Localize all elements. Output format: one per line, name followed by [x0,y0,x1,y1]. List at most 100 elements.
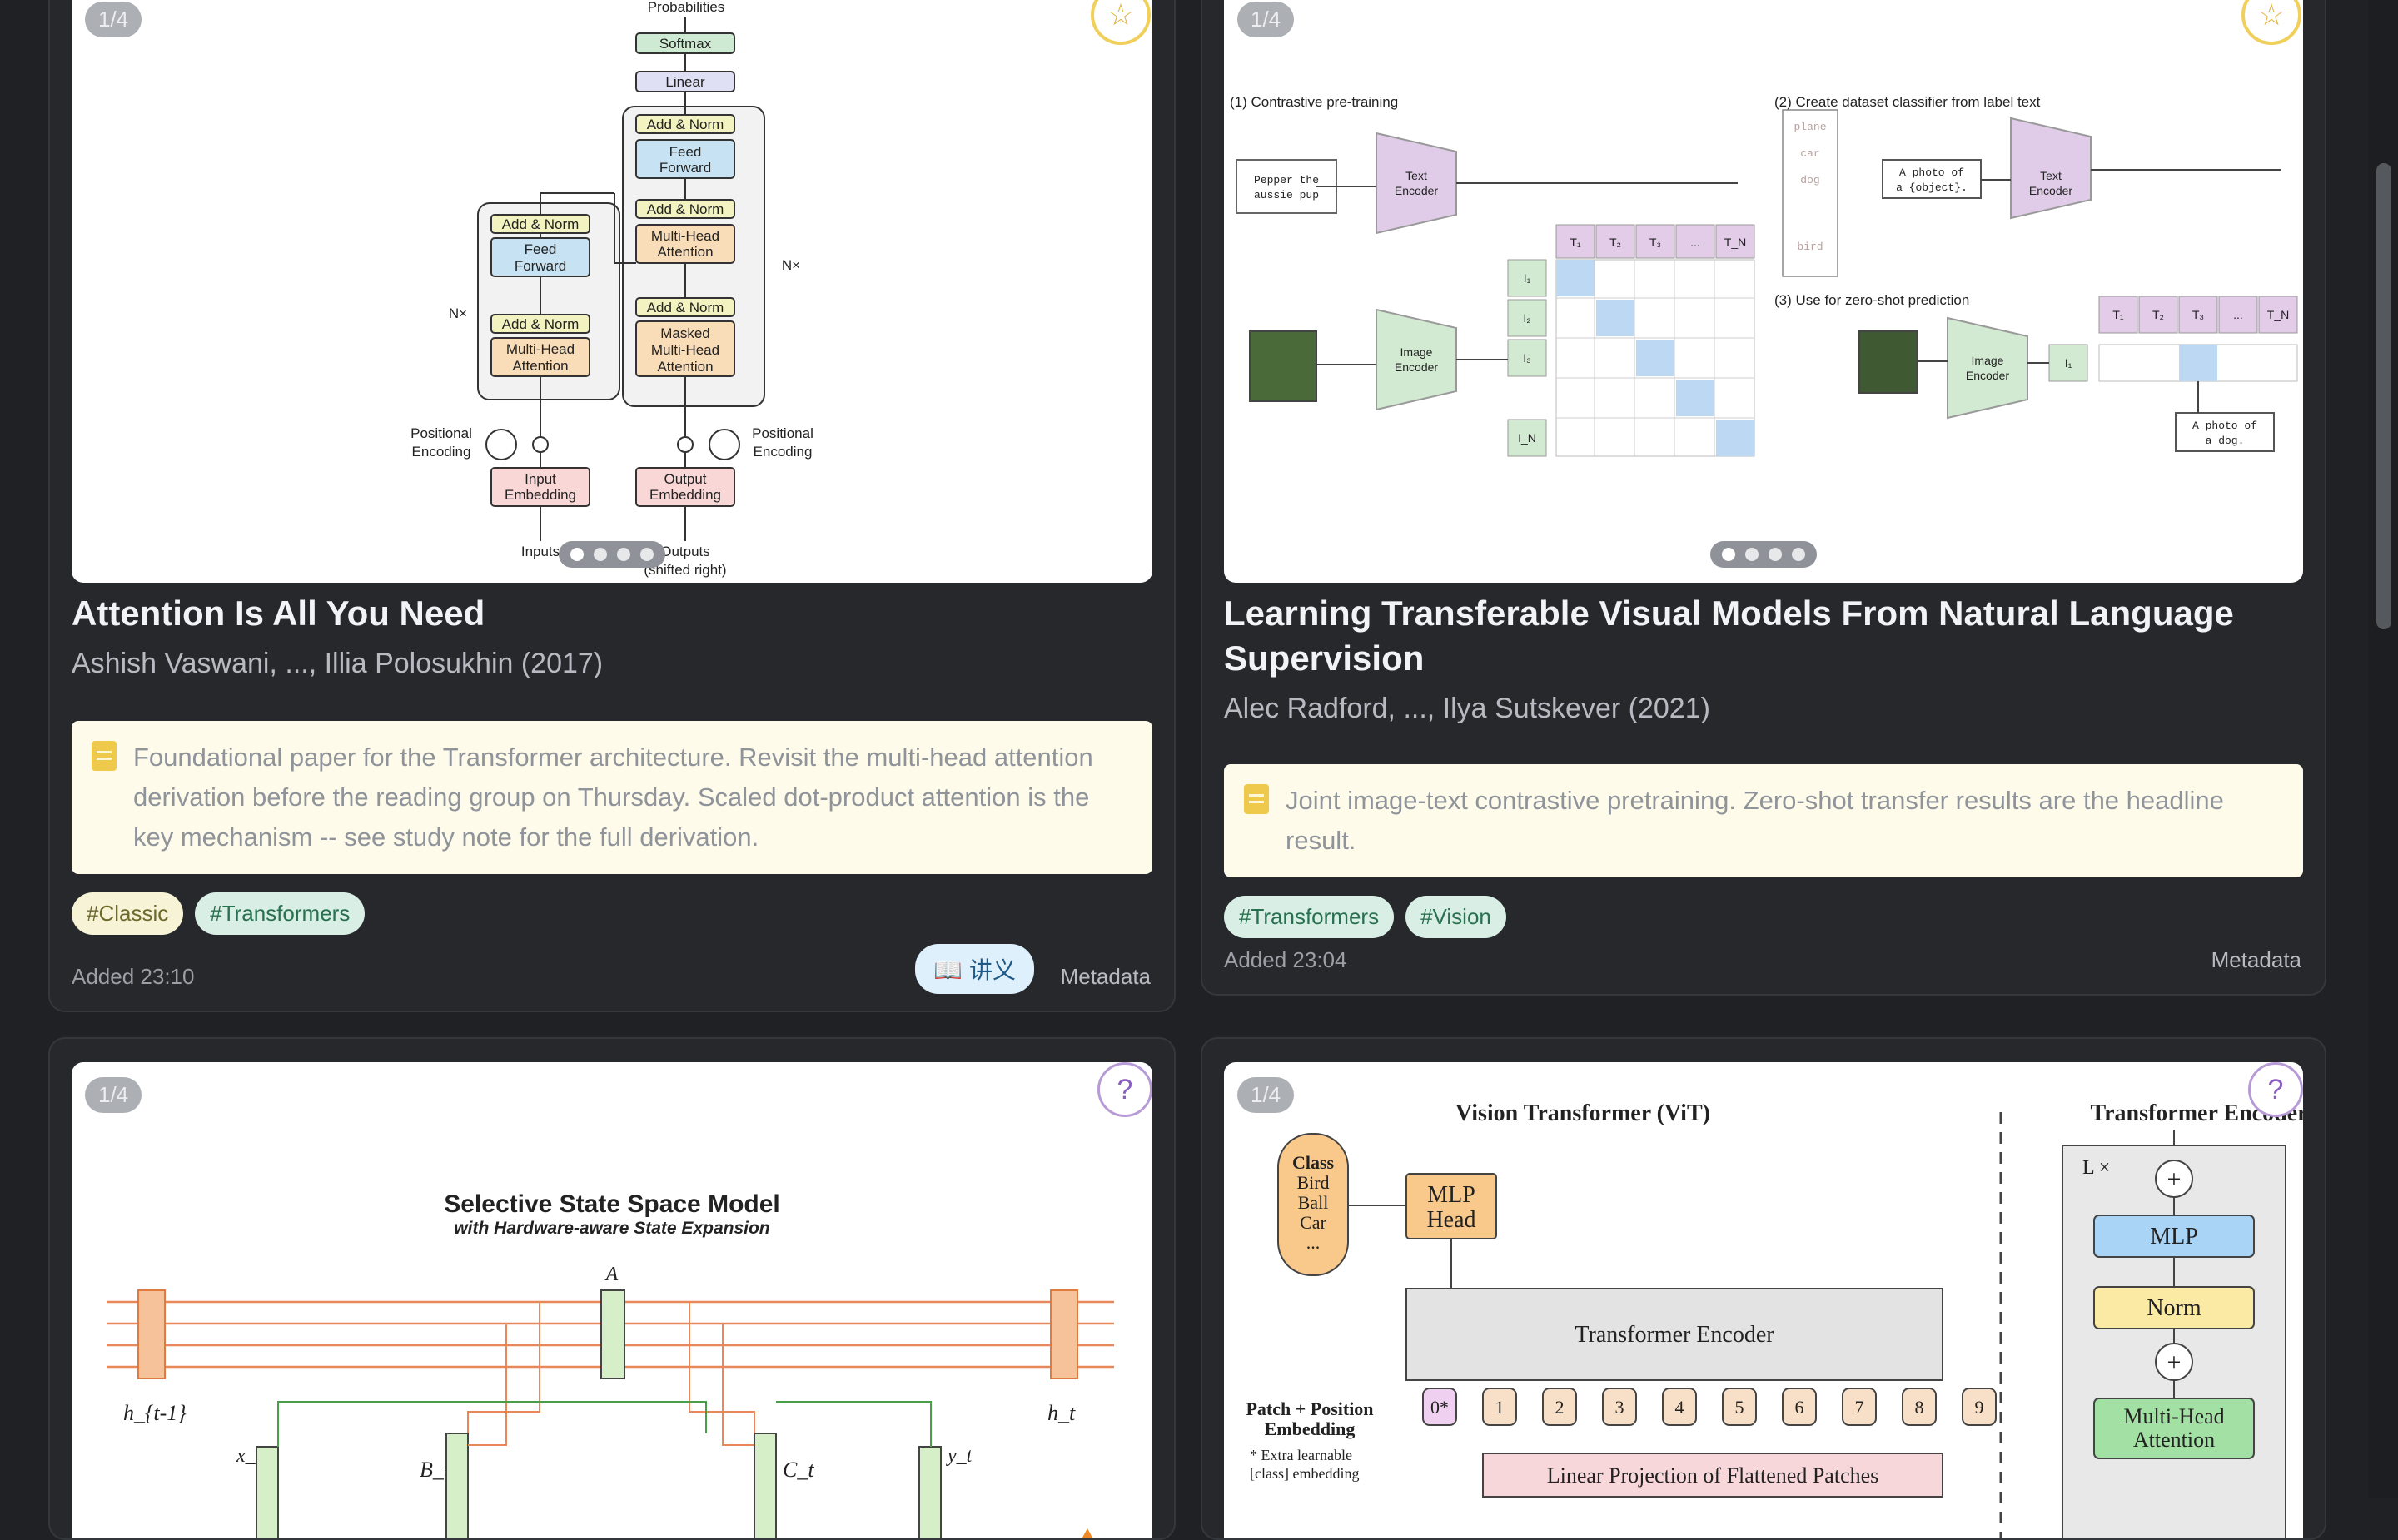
help-question-icon[interactable]: ? [2248,1062,2303,1117]
note-text: Joint image-text contrastive pretraining… [1286,786,2224,855]
svg-text:Text: Text [2040,169,2062,182]
carousel-dot[interactable] [617,548,630,561]
svg-text:h_t: h_t [1047,1401,1076,1425]
svg-text:MLP: MLP [2150,1224,2198,1249]
svg-text:Selective State Space Model: Selective State Space Model [444,1190,780,1218]
svg-text:C_t: C_t [783,1458,814,1482]
transformer-architecture-figure: Probabilities Softmax Linear Add & Norm … [410,0,813,578]
svg-text:(2) Create dataset classifier: (2) Create dataset classifier from label… [1774,94,2041,110]
svg-text:Norm: Norm [2147,1295,2201,1321]
paper-card-attention[interactable]: Probabilities Softmax Linear Add & Norm … [48,0,1176,1012]
svg-text:Add & Norm: Add & Norm [647,117,724,132]
carousel-dot[interactable] [594,548,607,561]
svg-text:T₁: T₁ [1570,236,1581,249]
svg-text:Positional: Positional [410,425,472,441]
book-icon: 📖 [933,957,963,983]
svg-text:a dog.: a dog. [2206,435,2245,447]
vit-figure: Vision Transformer (ViT) Transformer Enc… [1246,1100,2303,1538]
svg-text:I_N: I_N [1518,431,1536,445]
patch-token-label: 3 [1615,1397,1624,1418]
svg-text:Embedding: Embedding [1265,1418,1356,1439]
lecture-notes-button[interactable]: 📖 讲义 [915,944,1034,994]
note-icon [92,741,117,771]
svg-text:Pepper the: Pepper the [1254,174,1319,186]
svg-text:Masked: Masked [660,325,710,341]
metadata-link[interactable]: Metadata [1061,964,1151,990]
tag-transformers[interactable]: #Transformers [195,892,366,935]
svg-text:Encoder: Encoder [1395,184,1438,197]
paper-title[interactable]: Attention Is All You Need [72,591,1152,636]
svg-text:Forward: Forward [659,160,711,176]
paper-thumbnail[interactable]: Selective State Space Model with Hardwar… [72,1062,1152,1538]
svg-text:Add & Norm: Add & Norm [502,316,580,332]
page-indicator: 1/4 [85,2,142,37]
study-note[interactable]: Joint image-text contrastive pretraining… [1224,764,2303,877]
paper-authors: Alec Radford, ..., Ilya Sutskever (2021) [1224,693,1710,724]
tag-vision[interactable]: #Vision [1405,896,1506,938]
scrollbar-thumb[interactable] [2376,163,2391,629]
svg-text:Inputs: Inputs [521,544,560,559]
svg-text:Text: Text [1405,169,1427,182]
svg-text:Feed: Feed [525,241,557,257]
svg-text:T₁: T₁ [2112,308,2124,321]
paper-card-vit[interactable]: Vision Transformer (ViT) Transformer Enc… [1201,1037,2326,1540]
tag-classic[interactable]: #Classic [72,892,184,935]
page-indicator: 1/4 [1237,1077,1295,1113]
svg-text:with Hardware-aware State Expa: with Hardware-aware State Expansion [454,1219,769,1238]
paper-authors: Ashish Vaswani, ..., Illia Polosukhin (2… [72,648,604,679]
metadata-link[interactable]: Metadata [2211,947,2301,973]
lecture-label: 讲义 [968,957,1016,983]
patch-token-label: 8 [1915,1397,1924,1418]
carousel-dot[interactable] [1792,548,1805,561]
added-time: Added 23:10 [72,964,195,989]
study-note[interactable]: Foundational paper for the Transformer a… [72,721,1152,874]
paper-thumbnail[interactable]: (1) Contrastive pre-training (2) Create … [1224,0,2303,583]
svg-text:...: ... [1306,1232,1321,1253]
carousel-dots[interactable] [1710,541,1817,568]
carousel-dot[interactable] [1722,548,1735,561]
patch-token-label: 5 [1735,1397,1744,1418]
svg-text:Forward: Forward [515,258,566,274]
svg-text:Encoder: Encoder [2029,184,2072,197]
paper-thumbnail[interactable]: Vision Transformer (ViT) Transformer Enc… [1224,1062,2303,1538]
carousel-dot[interactable] [570,548,584,561]
svg-text:Add & Norm: Add & Norm [647,300,724,315]
carousel-dot[interactable] [640,548,654,561]
patch-token-label: 4 [1675,1397,1684,1418]
svg-text:Image: Image [1972,354,2004,367]
patch-tokens: 0* 1 2 3 4 5 6 7 8 9 [1422,1388,1997,1426]
svg-text:Transformer Encoder: Transformer Encoder [1575,1322,1774,1348]
patch-token-label: 1 [1495,1397,1505,1418]
svg-text:Linear: Linear [665,74,705,90]
svg-text:A: A [604,1264,619,1285]
svg-text:...: ... [2233,308,2243,321]
svg-text:T₂: T₂ [2152,308,2164,321]
svg-text:Attention: Attention [657,244,713,260]
svg-text:Car: Car [1300,1212,1326,1233]
carousel-dot[interactable] [1745,548,1759,561]
svg-text:MLP: MLP [1427,1182,1475,1208]
paper-title[interactable]: Learning Transferable Visual Models From… [1224,591,2303,681]
svg-text:T₃: T₃ [1649,236,1661,249]
paper-card-clip[interactable]: (1) Contrastive pre-training (2) Create … [1201,0,2326,996]
paper-thumbnail[interactable]: Probabilities Softmax Linear Add & Norm … [72,0,1152,583]
svg-text:Attention: Attention [2133,1428,2215,1452]
ssm-figure: Selective State Space Model with Hardwar… [107,1190,1114,1538]
paper-card-mamba[interactable]: Selective State Space Model with Hardwar… [48,1037,1176,1540]
tag-transformers[interactable]: #Transformers [1224,896,1395,938]
svg-text:L ×: L × [2082,1157,2110,1179]
patch-token-label: 7 [1855,1397,1864,1418]
svg-text:* Extra learnable: * Extra learnable [1250,1447,1352,1463]
svg-text:Image: Image [1400,345,1433,359]
svg-text:plane: plane [1794,121,1826,133]
carousel-dot[interactable] [1769,548,1782,561]
svg-text:T_N: T_N [1724,236,1746,249]
svg-text:Encoder: Encoder [1395,360,1438,374]
tag-list: #Transformers #Vision [1224,896,1506,938]
help-question-icon[interactable]: ? [1097,1062,1152,1117]
carousel-dots[interactable] [559,541,665,568]
svg-text:h_{t-1}: h_{t-1} [123,1401,187,1425]
svg-text:Input: Input [525,471,556,487]
svg-text:Vision Transformer (ViT): Vision Transformer (ViT) [1455,1100,1710,1126]
svg-text:Multi-Head: Multi-Head [651,228,719,244]
